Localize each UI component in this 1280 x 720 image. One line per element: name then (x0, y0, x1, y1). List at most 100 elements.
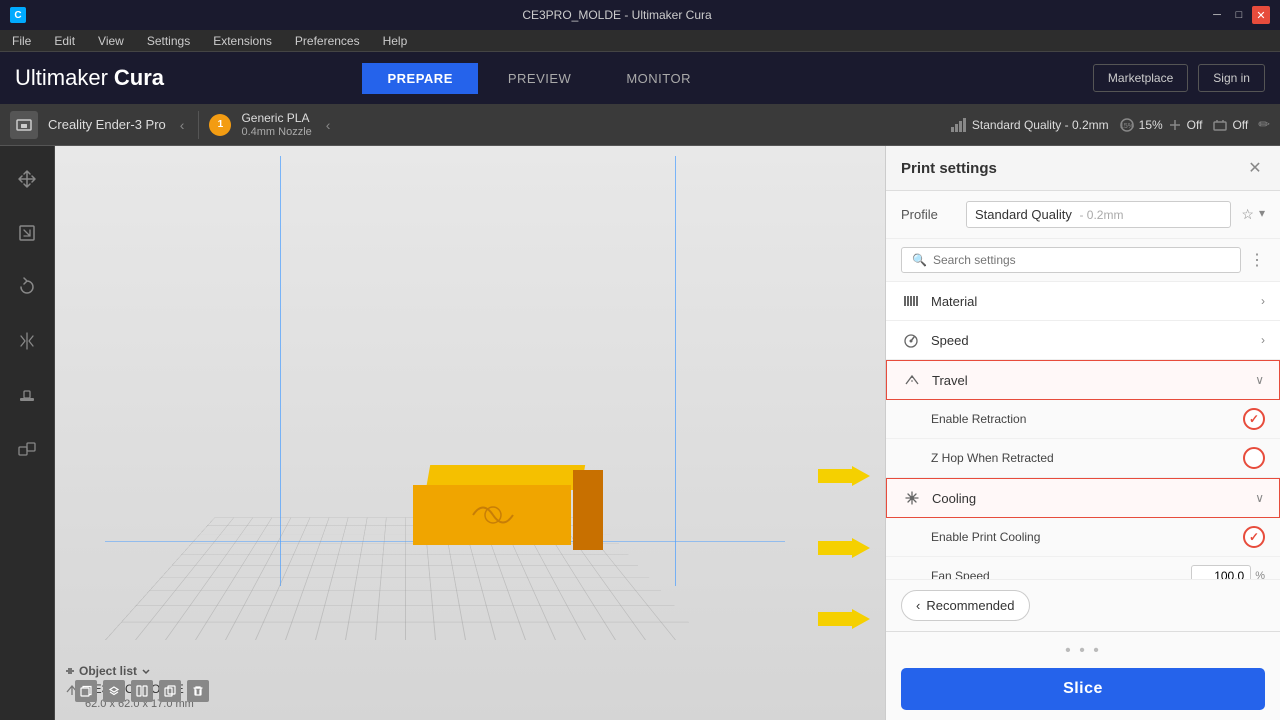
search-input-wrap: 🔍 (901, 247, 1241, 273)
grid-floor (105, 518, 705, 640)
sub-zhop: Z Hop When Retracted (886, 439, 1280, 478)
left-sidebar (0, 146, 55, 720)
object-list-panel: Object list CE3PRO_MOLDE 62.0 x 62.0 x 1… (65, 664, 194, 710)
marketplace-button[interactable]: Marketplace (1093, 64, 1188, 92)
close-button[interactable]: ✕ (1252, 6, 1270, 24)
menu-edit[interactable]: Edit (50, 32, 79, 50)
arrow-shaft-cooling (818, 541, 852, 555)
app-icon: C (10, 7, 26, 23)
sign-in-button[interactable]: Sign in (1198, 64, 1265, 92)
panel-close-button[interactable]: ✕ (1245, 158, 1265, 178)
profile-star-icon[interactable]: ☆ (1241, 206, 1254, 223)
object-list-header: Object list (65, 664, 194, 678)
material-name: Generic PLA (241, 111, 311, 127)
tab-preview[interactable]: PREVIEW (483, 63, 596, 94)
section-travel-label: Travel (932, 373, 1255, 388)
recommended-button[interactable]: ‹ Recommended (901, 590, 1030, 621)
main-header: Ultimaker Cura PREPARE PREVIEW MONITOR M… (0, 52, 1280, 104)
quality-display: Standard Quality - 0.2mm (950, 117, 1109, 133)
support-display: 15% 15% Off (1119, 117, 1203, 133)
window-controls: ─ □ ✕ (1208, 6, 1270, 24)
section-travel-chevron: ∨ (1255, 373, 1264, 387)
section-travel[interactable]: Travel ∨ (886, 360, 1280, 400)
settings-scroll[interactable]: Material › Speed › Travel ∨ (886, 282, 1280, 579)
maximize-button[interactable]: □ (1230, 6, 1248, 24)
enable-retraction-label: Enable Retraction (931, 412, 1243, 426)
sub-enable-retraction: Enable Retraction (886, 400, 1280, 439)
fan-speed-input-wrap: % (1191, 565, 1265, 579)
menu-help[interactable]: Help (379, 32, 412, 50)
fan-speed-input[interactable] (1191, 565, 1251, 579)
enable-cooling-checkbox[interactable] (1243, 526, 1265, 548)
menu-settings[interactable]: Settings (143, 32, 194, 50)
support-off-label: Off (1187, 118, 1203, 132)
quality-label: Standard Quality - 0.2mm (972, 118, 1109, 132)
icon-split[interactable] (131, 680, 153, 702)
toolbar-divider-1 (198, 111, 199, 139)
tool-scale[interactable] (9, 215, 45, 251)
tab-prepare[interactable]: PREPARE (362, 63, 477, 94)
svg-text:15%: 15% (1120, 123, 1134, 130)
profile-name: Standard Quality (975, 207, 1072, 222)
bottom-icons (75, 680, 209, 702)
brand-cura: Cura (114, 65, 164, 91)
toolbar-material: Generic PLA 0.4mm Nozzle (241, 111, 311, 139)
recommended-row: ‹ Recommended (886, 579, 1280, 631)
slice-button[interactable]: Slice (901, 668, 1265, 710)
menu-dots-icon[interactable]: ⋮ (1249, 250, 1265, 270)
profile-chevron-icon[interactable]: ▾ (1259, 206, 1265, 223)
nav-tabs: PREPARE PREVIEW MONITOR (362, 63, 716, 94)
search-row: 🔍 ⋮ (886, 239, 1280, 282)
support-percent: 15% (1139, 118, 1163, 132)
toolbar: Creality Ender-3 Pro ‹ 1 Generic PLA 0.4… (0, 104, 1280, 146)
section-cooling[interactable]: Cooling ∨ (886, 478, 1280, 518)
travel-icon (902, 370, 922, 390)
zhop-checkbox[interactable] (1243, 447, 1265, 469)
edit-icon[interactable]: ✏ (1258, 116, 1270, 133)
minimize-button[interactable]: ─ (1208, 6, 1226, 24)
section-material-label: Material (931, 294, 1261, 309)
section-cooling-label: Cooling (932, 491, 1255, 506)
arrow-shaft-support (818, 612, 852, 626)
adhesion-display: Off (1212, 117, 1248, 133)
icon-delete[interactable] (187, 680, 209, 702)
object-list-title: Object list (79, 664, 137, 678)
tool-move[interactable] (9, 161, 45, 197)
menu-preferences[interactable]: Preferences (291, 32, 364, 50)
sub-enable-cooling: Enable Print Cooling (886, 518, 1280, 557)
arrow-cooling (818, 538, 870, 558)
material-prev-arrow[interactable]: ‹ (322, 117, 335, 133)
section-speed[interactable]: Speed › (886, 321, 1280, 360)
arrow-shaft-travel (818, 469, 852, 483)
menu-view[interactable]: View (94, 32, 128, 50)
tool-mirror[interactable] (9, 323, 45, 359)
section-material[interactable]: Material › (886, 282, 1280, 321)
toolbar-right: Standard Quality - 0.2mm 15% 15% Off Off… (950, 116, 1270, 133)
viewport-bg (55, 146, 885, 720)
arrow-head-cooling (852, 538, 870, 558)
profile-select[interactable]: Standard Quality - 0.2mm (966, 201, 1231, 228)
icon-cube[interactable] (75, 680, 97, 702)
tab-monitor[interactable]: MONITOR (601, 63, 716, 94)
brand-ultimaker: Ultimaker (15, 65, 108, 91)
fan-speed-label: Fan Speed (931, 569, 1191, 579)
icon-duplicate[interactable] (159, 680, 181, 702)
search-icon: 🔍 (912, 253, 927, 267)
profile-label: Profile (901, 207, 956, 222)
viewport[interactable]: Object list CE3PRO_MOLDE 62.0 x 62.0 x 1… (55, 146, 885, 720)
machine-name: Creality Ender-3 Pro (48, 117, 166, 132)
menu-file[interactable]: File (8, 32, 35, 50)
speed-icon (901, 330, 921, 350)
slice-area: • • • Slice (886, 631, 1280, 720)
menu-extensions[interactable]: Extensions (209, 32, 276, 50)
arrow-head-support (852, 609, 870, 629)
arrow-travel (818, 466, 870, 486)
tool-support[interactable] (9, 377, 45, 413)
icon-layer[interactable] (103, 680, 125, 702)
machine-prev-arrow[interactable]: ‹ (176, 117, 189, 133)
enable-retraction-checkbox[interactable] (1243, 408, 1265, 430)
tool-permodel[interactable] (9, 431, 45, 467)
tool-rotate[interactable] (9, 269, 45, 305)
material-badge: 1 (209, 114, 231, 136)
search-input[interactable] (933, 253, 1230, 267)
